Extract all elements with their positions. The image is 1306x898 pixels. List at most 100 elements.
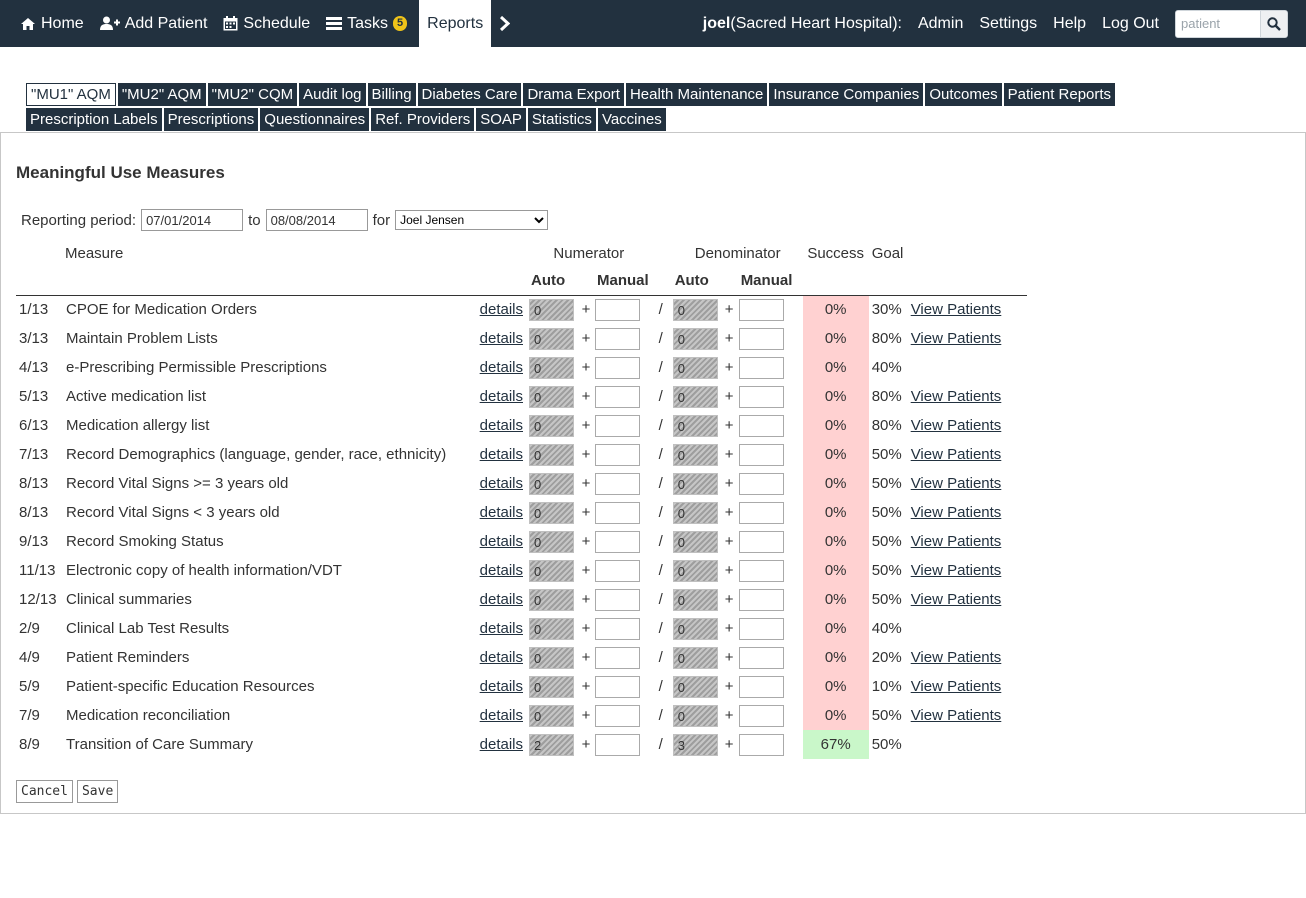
plus-sign: + <box>724 533 734 550</box>
denominator-manual-input[interactable] <box>738 704 784 727</box>
report-tab[interactable]: Outcomes <box>925 83 1002 106</box>
view-patients-link[interactable]: View Patients <box>911 388 1002 405</box>
subheader-blank-6 <box>719 267 739 296</box>
denominator-manual-input[interactable] <box>738 501 784 524</box>
view-patients-link[interactable]: View Patients <box>911 562 1002 579</box>
view-patients-link[interactable]: View Patients <box>911 649 1002 666</box>
details-link[interactable]: details <box>480 359 523 376</box>
report-tab[interactable]: Vaccines <box>597 108 666 131</box>
denominator-manual-input[interactable] <box>738 472 784 495</box>
report-tab[interactable]: "MU2" AQM <box>117 83 206 106</box>
details-link[interactable]: details <box>480 446 523 463</box>
report-tab[interactable]: "MU2" CQM <box>207 83 298 106</box>
patient-search-button[interactable] <box>1260 10 1287 37</box>
numerator-manual-input[interactable] <box>595 443 640 466</box>
cancel-button[interactable]: Cancel <box>16 780 73 803</box>
numerator-manual-input[interactable] <box>595 327 640 350</box>
numerator-manual-input[interactable] <box>595 559 640 582</box>
details-link[interactable]: details <box>480 562 523 579</box>
details-link[interactable]: details <box>480 620 523 637</box>
details-link[interactable]: details <box>480 736 523 753</box>
report-tab[interactable]: Audit log <box>299 83 366 106</box>
numerator-manual-input[interactable] <box>595 704 640 727</box>
denominator-manual-input[interactable] <box>738 675 784 698</box>
denominator-manual-input[interactable] <box>738 530 784 553</box>
numerator-manual-input[interactable] <box>595 733 640 756</box>
denominator-manual-input[interactable] <box>738 646 784 669</box>
report-tab[interactable]: Prescriptions <box>163 108 259 131</box>
denominator-manual-input[interactable] <box>738 588 784 611</box>
view-patients-link[interactable]: View Patients <box>911 301 1002 318</box>
report-tab[interactable]: Prescription Labels <box>26 108 162 131</box>
denominator-manual-input[interactable] <box>738 559 784 582</box>
report-tab[interactable]: Health Maintenance <box>625 83 768 106</box>
period-from-input[interactable] <box>141 209 244 231</box>
numerator-manual-input[interactable] <box>595 385 640 408</box>
details-link[interactable]: details <box>480 475 523 492</box>
nav-settings-link[interactable]: Settings <box>971 15 1045 33</box>
numerator-manual-input[interactable] <box>595 530 640 553</box>
view-patients-link[interactable]: View Patients <box>911 446 1002 463</box>
details-link[interactable]: details <box>480 417 523 434</box>
details-link[interactable]: details <box>480 388 523 405</box>
details-link[interactable]: details <box>480 504 523 521</box>
numerator-manual-input[interactable] <box>595 675 640 698</box>
report-tab[interactable]: SOAP <box>476 108 526 131</box>
numerator-auto-value: 0 <box>529 443 574 466</box>
view-patients-link[interactable]: View Patients <box>911 330 1002 347</box>
denominator-manual-input[interactable] <box>738 733 784 756</box>
view-patients-link[interactable]: View Patients <box>911 678 1002 695</box>
denominator-manual-input[interactable] <box>738 298 784 321</box>
denominator-manual-input[interactable] <box>738 356 784 379</box>
report-tab[interactable]: Billing <box>367 83 416 106</box>
details-link[interactable]: details <box>480 330 523 347</box>
nav-help-link[interactable]: Help <box>1045 15 1094 33</box>
view-patients-link[interactable]: View Patients <box>911 591 1002 608</box>
details-link[interactable]: details <box>480 591 523 608</box>
report-tab[interactable]: "MU1" AQM <box>26 83 116 106</box>
report-tab[interactable]: Diabetes Care <box>417 83 522 106</box>
report-tab[interactable]: Questionnaires <box>260 108 370 131</box>
numerator-manual-input[interactable] <box>595 588 640 611</box>
details-link[interactable]: details <box>480 678 523 695</box>
save-button[interactable]: Save <box>76 780 119 803</box>
patient-search-input[interactable] <box>1176 10 1260 37</box>
report-tab[interactable]: Ref. Providers <box>371 108 475 131</box>
denominator-manual-input[interactable] <box>738 443 784 466</box>
report-tab[interactable]: Drama Export <box>523 83 624 106</box>
nav-add-patient[interactable]: Add Patient <box>92 0 216 47</box>
period-to-input[interactable] <box>265 209 368 231</box>
nav-logout-link[interactable]: Log Out <box>1094 15 1167 33</box>
numerator-auto-value: 0 <box>529 414 574 437</box>
nav-schedule[interactable]: Schedule <box>215 0 318 47</box>
details-link[interactable]: details <box>480 533 523 550</box>
numerator-manual-input[interactable] <box>595 501 640 524</box>
details-link[interactable]: details <box>480 301 523 318</box>
denominator-manual-input[interactable] <box>738 327 784 350</box>
report-tab[interactable]: Statistics <box>527 108 596 131</box>
denominator-manual-input[interactable] <box>738 414 784 437</box>
report-tab[interactable]: Patient Reports <box>1003 83 1116 106</box>
nav-reports[interactable]: Reports <box>419 0 492 47</box>
denominator-manual-input[interactable] <box>738 617 784 640</box>
view-patients-link[interactable]: View Patients <box>911 504 1002 521</box>
denominator-manual-input[interactable] <box>738 385 784 408</box>
numerator-manual-input[interactable] <box>595 472 640 495</box>
provider-select[interactable]: Joel Jensen <box>395 210 549 230</box>
numerator-manual-input[interactable] <box>595 646 640 669</box>
view-patients-link[interactable]: View Patients <box>911 707 1002 724</box>
numerator-manual-input[interactable] <box>595 414 640 437</box>
numerator-manual-input[interactable] <box>595 298 640 321</box>
details-link[interactable]: details <box>480 649 523 666</box>
numerator-manual-input[interactable] <box>595 617 640 640</box>
numerator-manual-input[interactable] <box>595 356 640 379</box>
report-tab[interactable]: Insurance Companies <box>769 83 924 106</box>
nav-admin-link[interactable]: Admin <box>910 15 971 33</box>
view-patients-link[interactable]: View Patients <box>911 417 1002 434</box>
nav-home[interactable]: Home <box>12 0 92 47</box>
nav-tasks[interactable]: Tasks 5 <box>318 0 415 47</box>
details-link[interactable]: details <box>480 707 523 724</box>
view-patients-link[interactable]: View Patients <box>911 475 1002 492</box>
view-patients-link[interactable]: View Patients <box>911 533 1002 550</box>
nav-more-button[interactable] <box>491 0 523 47</box>
